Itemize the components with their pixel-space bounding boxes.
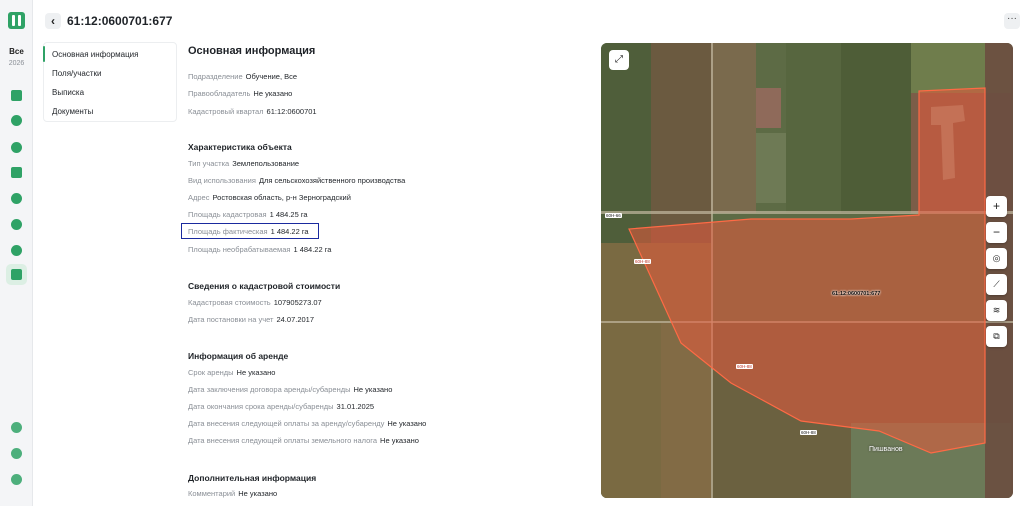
- focus-icon: ◎: [992, 253, 1001, 263]
- app-logo-icon[interactable]: [8, 12, 25, 29]
- section-title-main: Основная информация: [188, 45, 316, 57]
- ruler-icon: ⟋: [993, 279, 1000, 289]
- road-tag: 60Н-66: [605, 213, 622, 218]
- fullscreen-button[interactable]: ⤢: [609, 50, 629, 70]
- minus-icon: −: [992, 225, 1000, 239]
- expand-icon: ⤢: [615, 54, 623, 65]
- layers-icon[interactable]: [11, 115, 22, 126]
- info-row-owner: Правообладатель Не указано: [188, 89, 293, 98]
- report-icon[interactable]: [11, 167, 22, 178]
- map-view[interactable]: 60Н-66 60Н-88 60Н-88 60Н-88 61:12:060070…: [601, 43, 1013, 498]
- crop-icon[interactable]: [11, 193, 22, 204]
- info-row-area-uncultivated: Площадь необрабатываемая 1 484.22 га: [188, 245, 332, 254]
- zoom-out-button[interactable]: −: [986, 222, 1007, 243]
- info-row-next-lease-payment: Дата внесения следующей оплаты за аренду…: [188, 419, 427, 428]
- layers-button[interactable]: ≋: [986, 300, 1007, 321]
- settings-icon[interactable]: [11, 422, 22, 433]
- nav-item-documents[interactable]: Документы: [52, 107, 93, 116]
- app-root: Все 2026 ‹ 61:12:0600701:677 ··· Основна…: [0, 0, 1024, 506]
- layers-icon: ≋: [992, 305, 1001, 315]
- left-rail: Все 2026: [0, 0, 33, 506]
- info-row-cadastral-quarter: Кадастровый квартал 61:12:0600701: [188, 107, 317, 116]
- flower-icon[interactable]: [11, 219, 22, 230]
- info-row-cadastral-value: Кадастровая стоимость 107905273.07: [188, 298, 322, 307]
- page-title: 61:12:0600701:677: [67, 14, 173, 28]
- map-icon[interactable]: [11, 90, 22, 101]
- section-title-lease: Информация об аренде: [188, 351, 289, 361]
- machinery-icon[interactable]: [11, 142, 22, 153]
- fit-bounds-button[interactable]: ◎: [986, 248, 1007, 269]
- analytics-icon[interactable]: [11, 245, 22, 256]
- info-row-registration-date: Дата постановки на учет 24.07.2017: [188, 315, 315, 324]
- zoom-in-button[interactable]: +: [986, 196, 1007, 217]
- section-nav: Основная информация Поля/участки Выписка…: [42, 42, 177, 122]
- info-row-comment: Комментарий Не указано: [188, 489, 278, 498]
- section-title-cadastral-value: Сведения о кадастровой стоимости: [188, 281, 341, 291]
- road-tag: 60Н-88: [634, 259, 651, 264]
- parcel-map-label: 61:12:0600701:677: [832, 291, 881, 297]
- land-icon[interactable]: [6, 264, 27, 285]
- chevron-left-icon: ‹: [51, 14, 55, 28]
- info-row-address: Адрес Ростовская область, р-н Зерноградск…: [188, 193, 351, 202]
- info-row-lease-start: Дата заключения договора аренды/субаренд…: [188, 385, 393, 394]
- link-icon: ⧉: [993, 331, 1000, 341]
- user-icon[interactable]: [11, 474, 22, 485]
- info-row-next-tax-payment: Дата внесения следующей оплаты земельног…: [188, 436, 419, 445]
- info-row-plot-type: Тип участка Землепользование: [188, 159, 300, 168]
- details-panel: Основная информация Подразделение Обучени…: [188, 0, 588, 506]
- more-options-button[interactable]: ···: [1004, 13, 1020, 29]
- plus-icon: +: [992, 199, 1000, 213]
- road-tag: 60Н-88: [800, 430, 817, 435]
- info-row-division: Подразделение Обучение, Все: [188, 72, 298, 81]
- more-icon: ···: [1007, 13, 1017, 24]
- year-filter-all[interactable]: Все: [0, 47, 33, 56]
- section-title-characteristics: Характеристика объекта: [188, 142, 292, 152]
- info-row-lease-term: Срок аренды Не указано: [188, 368, 276, 377]
- town-map-label: Пишванов: [869, 446, 903, 453]
- road-tag: 60Н-88: [736, 364, 753, 369]
- measure-button[interactable]: ⟋: [986, 274, 1007, 295]
- help-icon[interactable]: [11, 448, 22, 459]
- year-filter-value[interactable]: 2026: [0, 60, 33, 67]
- nav-item-fields[interactable]: Поля/участки: [52, 69, 102, 78]
- info-row-lease-end: Дата окончания срока аренды/субаренды 31.…: [188, 402, 375, 411]
- info-row-usage: Вид использования Для сельскохозяйственно…: [188, 176, 406, 185]
- nav-item-main-info[interactable]: Основная информация: [42, 46, 138, 62]
- back-button[interactable]: ‹: [45, 13, 61, 29]
- info-row-area-cadastral: Площадь кадастровая 1 484.25 га: [188, 210, 308, 219]
- nav-item-extract[interactable]: Выписка: [52, 88, 84, 97]
- section-title-additional: Дополнительная информация: [188, 473, 317, 483]
- link-button[interactable]: ⧉: [986, 326, 1007, 347]
- selection-highlight: [181, 223, 319, 239]
